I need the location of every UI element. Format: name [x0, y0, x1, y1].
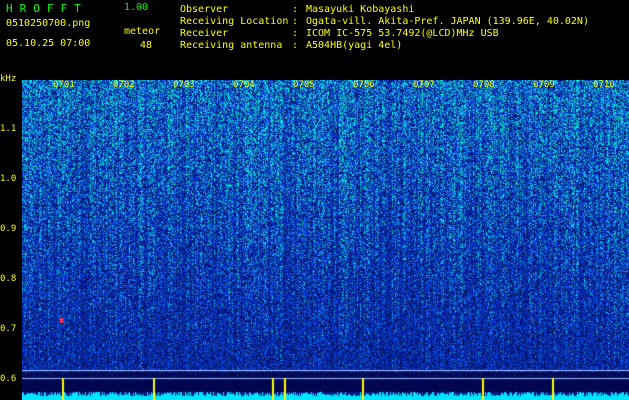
- app-logo: HROFFT: [6, 2, 88, 15]
- info-label-receiver: Receiver: [180, 28, 229, 39]
- info-separator: :: [292, 4, 299, 15]
- y-axis-unit: kHz: [0, 74, 17, 84]
- y-tick-label: 0.9: [0, 224, 17, 234]
- meteor-label: meteor: [124, 26, 161, 37]
- x-tick-label: 0708: [473, 80, 495, 90]
- y-tick-label: 1.0: [0, 174, 17, 184]
- header-panel: HROFFT 1.00 0510250700.png 05.10.25 07:0…: [0, 0, 629, 80]
- info-label-antenna: Receiving antenna: [180, 40, 283, 51]
- info-separator: :: [292, 16, 299, 27]
- y-tick-label: 0.7: [0, 324, 17, 334]
- app-version: 1.00: [124, 2, 149, 13]
- info-value-antenna: A504HB(yagi 4el): [306, 40, 403, 51]
- x-tick-label: 0710: [593, 80, 615, 90]
- info-label-location: Receiving Location: [180, 16, 289, 27]
- info-label-observer: Observer: [180, 4, 229, 15]
- info-separator: :: [292, 40, 299, 51]
- y-tick-label: 1.1: [0, 124, 17, 134]
- info-value-observer: Masayuki Kobayashi: [306, 4, 415, 15]
- spectrogram: [22, 80, 629, 400]
- x-tick-label: 0701: [53, 80, 75, 90]
- info-value-receiver: ICOM IC-575 53.7492(@LCD)MHz USB: [306, 28, 499, 39]
- y-axis: kHz 1.1 1.0 0.9 0.8 0.7 0.6: [0, 74, 22, 400]
- y-tick-label: 0.6: [0, 374, 17, 384]
- info-separator: :: [292, 28, 299, 39]
- file-name: 0510250700.png: [6, 18, 91, 29]
- x-tick-label: 0703: [173, 80, 195, 90]
- x-tick-label: 0706: [353, 80, 375, 90]
- x-tick-label: 0705: [293, 80, 315, 90]
- file-timestamp: 05.10.25 07:00: [6, 38, 91, 49]
- x-tick-label: 0704: [233, 80, 255, 90]
- x-tick-label: 0709: [533, 80, 555, 90]
- info-value-location: Ogata-vill. Akita-Pref. JAPAN (139.96E, …: [306, 16, 589, 27]
- meteor-count: 48: [140, 40, 153, 51]
- x-tick-label: 0702: [113, 80, 135, 90]
- x-tick-label: 0707: [413, 80, 435, 90]
- y-tick-label: 0.8: [0, 274, 17, 284]
